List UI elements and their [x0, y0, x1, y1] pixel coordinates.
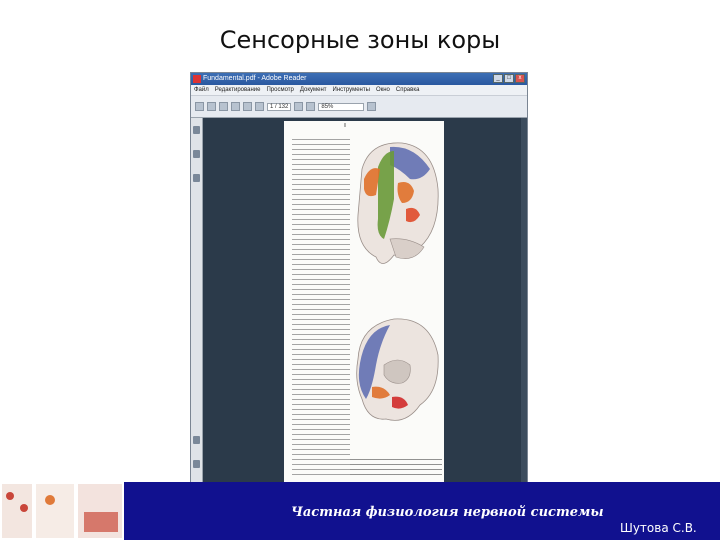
- bookmarks-icon[interactable]: [193, 150, 200, 158]
- figure-caption: [350, 459, 442, 479]
- menu-item[interactable]: Редактирование: [215, 85, 261, 95]
- toolbar: 1 / 132 85%: [191, 96, 527, 118]
- brain-illustration: [356, 142, 439, 421]
- slide-title: Сенсорные зоны коры: [219, 26, 501, 54]
- minimize-icon[interactable]: _: [493, 74, 503, 83]
- zoom-field[interactable]: 85%: [318, 102, 365, 111]
- find-icon[interactable]: [367, 102, 377, 111]
- menu-item[interactable]: Файл: [194, 85, 209, 95]
- zoom-in-icon[interactable]: [306, 102, 316, 111]
- menubar: Файл Редактирование Просмотр Документ Ин…: [191, 85, 527, 96]
- menu-item[interactable]: Справка: [396, 85, 420, 95]
- maximize-icon[interactable]: □: [504, 74, 514, 83]
- menu-item[interactable]: Окно: [376, 85, 390, 95]
- mail-icon[interactable]: [231, 102, 240, 111]
- document-page: ll: [284, 121, 444, 483]
- page-number-field[interactable]: 1 / 132: [267, 102, 292, 111]
- prev-page-icon[interactable]: [243, 102, 252, 111]
- decorative-thumbnail-strip: [0, 482, 124, 540]
- app-logo-icon: [193, 75, 201, 83]
- open-icon[interactable]: [195, 102, 204, 111]
- comments-icon[interactable]: [193, 436, 200, 444]
- print-icon[interactable]: [219, 102, 228, 111]
- signature-icon[interactable]: [193, 460, 200, 468]
- footer-author: Шутова С.В.: [620, 521, 697, 535]
- zoom-out-icon[interactable]: [294, 102, 304, 111]
- footer-course-title: Частная физиология нервной системы: [291, 505, 604, 520]
- pdf-reader-screenshot: Fundamental.pdf - Adobe Reader _ □ x Фай…: [190, 72, 528, 484]
- navigation-panel: [191, 118, 203, 483]
- save-icon[interactable]: [207, 102, 216, 111]
- page-number: ll: [344, 123, 347, 129]
- attachments-icon[interactable]: [193, 174, 200, 182]
- window-titlebar: Fundamental.pdf - Adobe Reader _ □ x: [191, 73, 527, 85]
- vertical-scrollbar[interactable]: [521, 118, 527, 483]
- pages-icon[interactable]: [193, 126, 200, 134]
- next-page-icon[interactable]: [255, 102, 264, 111]
- window-title: Fundamental.pdf - Adobe Reader: [203, 75, 307, 82]
- close-icon[interactable]: x: [515, 74, 525, 83]
- menu-item[interactable]: Документ: [300, 85, 327, 95]
- menu-item[interactable]: Инструменты: [333, 85, 370, 95]
- body-text-block: [292, 139, 350, 477]
- menu-item[interactable]: Просмотр: [266, 85, 293, 95]
